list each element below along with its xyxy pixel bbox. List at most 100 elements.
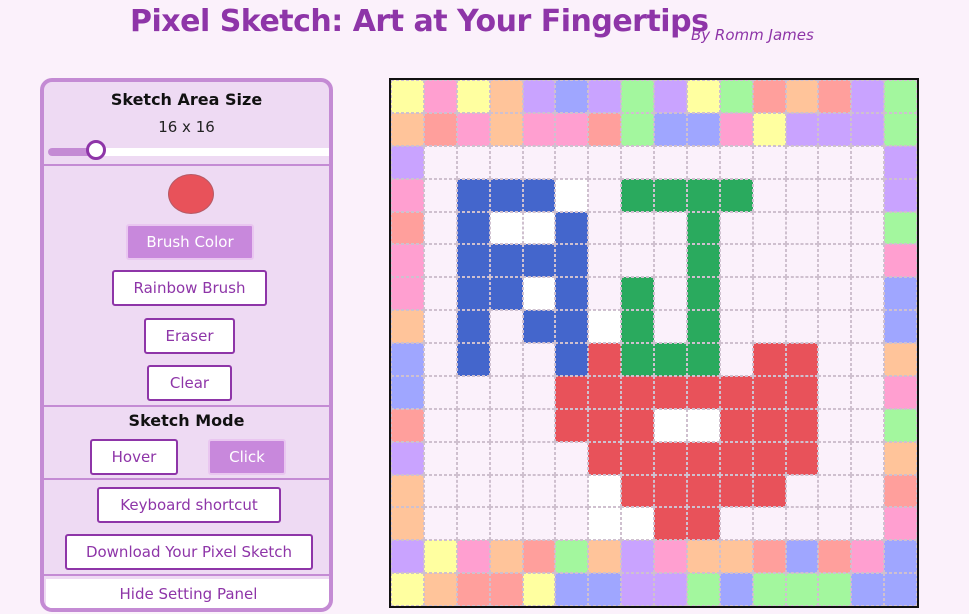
grid-cell[interactable] [588,112,622,146]
grid-cell[interactable] [456,244,490,278]
grid-cell[interactable] [522,310,556,343]
grid-cell[interactable] [423,310,457,343]
grid-cell[interactable] [423,375,457,409]
grid-cell[interactable] [752,112,786,146]
grid-cell[interactable] [588,375,622,409]
grid-cell[interactable] [686,540,720,574]
grid-cell[interactable] [621,80,654,113]
grid-cell[interactable] [588,573,622,606]
grid-cell[interactable] [391,178,424,212]
grid-cell[interactable] [785,211,819,245]
grid-cell[interactable] [884,343,917,376]
grid-cell[interactable] [818,441,852,475]
grid-cell[interactable] [851,178,885,212]
grid-cell[interactable] [818,112,852,146]
grid-cell[interactable] [752,507,786,541]
grid-cell[interactable] [719,441,753,475]
grid-cell[interactable] [423,145,457,179]
click-mode-button[interactable]: Click [208,439,286,475]
grid-cell[interactable] [489,507,523,541]
grid-cell[interactable] [752,375,786,409]
grid-cell[interactable] [391,474,424,508]
grid-cell[interactable] [456,211,490,245]
grid-cell[interactable] [391,408,424,442]
grid-cell[interactable] [851,277,885,311]
grid-cell[interactable] [423,408,457,442]
grid-cell[interactable] [522,211,556,245]
grid-cell[interactable] [884,474,917,508]
grid-cell[interactable] [456,343,490,376]
grid-cell[interactable] [621,507,654,541]
grid-cell[interactable] [654,441,687,475]
grid-cell[interactable] [654,573,687,606]
grid-cell[interactable] [522,145,556,179]
grid-cell[interactable] [555,80,589,113]
grid-cell[interactable] [818,310,852,343]
grid-cell[interactable] [719,145,753,179]
grid-cell[interactable] [588,244,622,278]
grid-cell[interactable] [391,145,424,179]
grid-cell[interactable] [621,112,654,146]
grid-cell[interactable] [588,441,622,475]
grid-cell[interactable] [456,310,490,343]
color-swatch[interactable] [168,174,214,214]
grid-cell[interactable] [884,573,917,606]
grid-cell[interactable] [686,507,720,541]
grid-cell[interactable] [489,408,523,442]
grid-cell[interactable] [719,277,753,311]
grid-cell[interactable] [785,375,819,409]
grid-cell[interactable] [391,441,424,475]
grid-cell[interactable] [884,375,917,409]
grid-cell[interactable] [423,343,457,376]
grid-cell[interactable] [522,178,556,212]
clear-button[interactable]: Clear [147,365,232,401]
grid-cell[interactable] [686,343,720,376]
grid-cell[interactable] [752,540,786,574]
grid-cell[interactable] [456,507,490,541]
grid-cell[interactable] [456,408,490,442]
grid-cell[interactable] [456,540,490,574]
grid-cell[interactable] [555,310,589,343]
grid-cell[interactable] [686,408,720,442]
grid-cell[interactable] [456,441,490,475]
sketch-canvas[interactable] [389,78,919,608]
grid-cell[interactable] [851,211,885,245]
grid-cell[interactable] [555,408,589,442]
grid-cell[interactable] [884,80,917,113]
grid-cell[interactable] [621,474,654,508]
grid-cell[interactable] [686,277,720,311]
grid-cell[interactable] [555,145,589,179]
grid-cell[interactable] [719,540,753,574]
grid-cell[interactable] [719,211,753,245]
grid-cell[interactable] [555,211,589,245]
rainbow-brush-button[interactable]: Rainbow Brush [112,270,267,306]
grid-cell[interactable] [456,178,490,212]
grid-cell[interactable] [752,277,786,311]
grid-cell[interactable] [391,343,424,376]
grid-cell[interactable] [621,244,654,278]
grid-cell[interactable] [719,244,753,278]
grid-cell[interactable] [818,80,852,113]
grid-cell[interactable] [785,310,819,343]
grid-cell[interactable] [489,80,523,113]
grid-cell[interactable] [391,540,424,574]
grid-cell[interactable] [884,408,917,442]
grid-cell[interactable] [423,507,457,541]
grid-cell[interactable] [654,244,687,278]
grid-cell[interactable] [555,540,589,574]
grid-cell[interactable] [851,507,885,541]
grid-cell[interactable] [884,112,917,146]
grid-cell[interactable] [719,474,753,508]
grid-cell[interactable] [588,540,622,574]
grid-cell[interactable] [391,211,424,245]
grid-cell[interactable] [391,112,424,146]
grid-cell[interactable] [818,507,852,541]
grid-cell[interactable] [654,408,687,442]
grid-cell[interactable] [621,343,654,376]
grid-cell[interactable] [522,408,556,442]
grid-cell[interactable] [818,211,852,245]
grid-cell[interactable] [719,112,753,146]
grid-cell[interactable] [785,145,819,179]
grid-cell[interactable] [785,80,819,113]
grid-cell[interactable] [818,145,852,179]
